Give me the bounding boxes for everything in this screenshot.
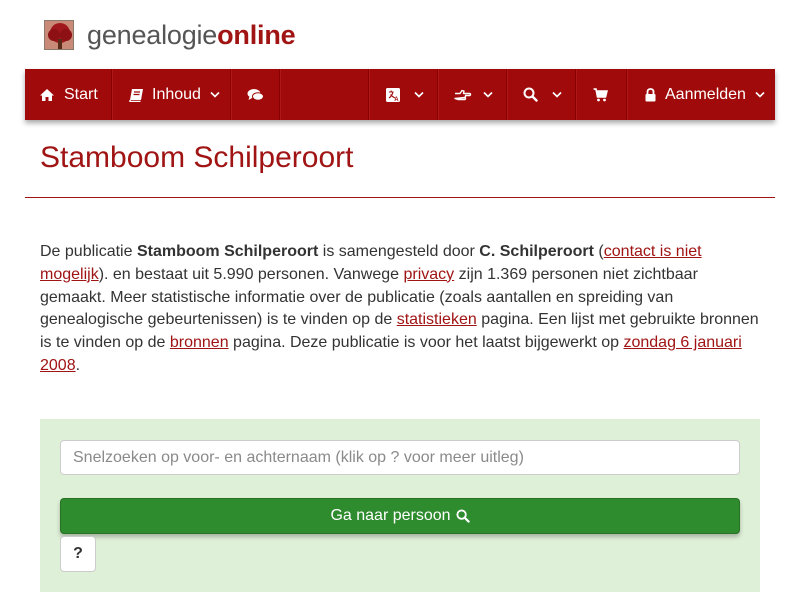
language-icon: A: [385, 87, 401, 103]
nav-forum[interactable]: [231, 69, 280, 120]
search-icon: [523, 87, 538, 102]
brand-name-part2: online: [217, 20, 296, 50]
nav-start-label: Start: [64, 85, 98, 103]
nav-inhoud[interactable]: Inhoud: [112, 69, 231, 120]
home-icon: [39, 88, 55, 102]
cart-icon: [593, 87, 608, 102]
quick-search-panel: Ga naar persoon ?: [40, 419, 760, 592]
chevron-down-icon: [414, 91, 424, 98]
nav-inhoud-label: Inhoud: [152, 85, 201, 103]
main-navbar: Start Inhoud A Aanmelden: [25, 69, 775, 120]
privacy-link[interactable]: privacy: [404, 266, 455, 283]
intro-text: ). en bestaat uit 5.990 personen. Vanweg…: [98, 265, 404, 283]
statistics-link[interactable]: statistieken: [397, 311, 477, 328]
nav-actions[interactable]: [438, 69, 507, 120]
brand-name-part1: genealogie: [87, 20, 218, 50]
intro-text: De publicatie: [40, 243, 137, 260]
lock-icon: [645, 87, 656, 102]
search-icon: [455, 509, 470, 523]
go-to-person-label: Ga naar persoon: [330, 507, 451, 524]
quick-search-input[interactable]: [60, 440, 740, 475]
book-icon: [129, 88, 144, 102]
intro-text: .: [75, 356, 81, 374]
brand[interactable]: genealogieonline: [44, 18, 296, 52]
intro-text: pagina. Deze publicatie is voor het laat…: [228, 334, 624, 352]
publication-intro: De publicatie Stamboom Schilperoort is s…: [40, 241, 765, 378]
comments-icon: [247, 88, 264, 102]
nav-start[interactable]: Start: [25, 69, 112, 120]
tree-logo-icon: [44, 20, 74, 50]
nav-language[interactable]: A: [369, 69, 438, 120]
nav-login-label: Aanmelden: [665, 85, 746, 103]
publication-name: Stamboom Schilperoort: [136, 243, 319, 260]
svg-text:A: A: [394, 97, 399, 103]
nav-cart[interactable]: [576, 69, 627, 120]
author-name: C. Schilperoort: [479, 243, 594, 260]
chevron-down-icon: [210, 91, 220, 98]
hand-pointer-icon: [454, 88, 472, 102]
title-divider: [25, 197, 775, 198]
chevron-down-icon: [483, 91, 493, 98]
nav-spacer: [280, 69, 369, 120]
chevron-down-icon: [552, 91, 562, 98]
nav-search[interactable]: [507, 69, 576, 120]
chevron-down-icon: [755, 91, 765, 98]
sources-link[interactable]: bronnen: [170, 334, 229, 351]
go-to-person-button[interactable]: Ga naar persoon: [60, 498, 740, 534]
brand-name: genealogieonline: [87, 20, 296, 50]
intro-text: is samengesteld door: [318, 243, 480, 260]
page-title: Stamboom Schilperoort: [40, 141, 354, 174]
nav-login[interactable]: Aanmelden: [627, 69, 775, 120]
intro-text: (: [593, 243, 604, 260]
search-help-button[interactable]: ?: [60, 536, 96, 572]
